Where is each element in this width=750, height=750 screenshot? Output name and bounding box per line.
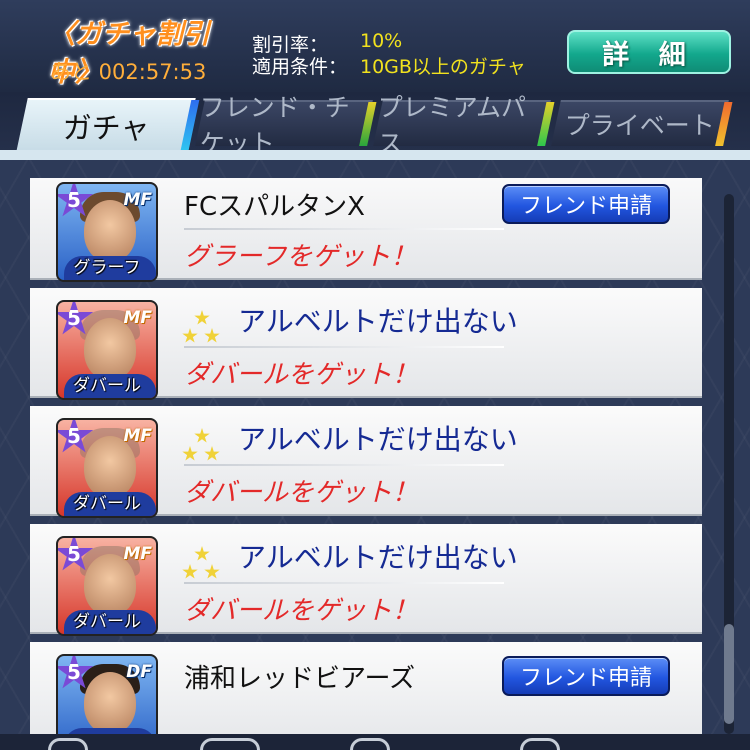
position-label: MF [123,426,152,446]
position-label: DF [126,662,152,682]
detail-button[interactable]: 詳 細 [567,30,731,74]
team-name: アルベルトだけ出ない [238,423,518,456]
divider [184,582,504,584]
tab-friend-ticket[interactable]: フレンド・チケット [195,93,377,158]
position-label: MF [123,190,152,210]
divider [184,346,504,348]
position-label: MF [123,308,152,328]
player-name: ダバール [73,612,141,632]
player-card[interactable]: 5 MF ダバール [56,536,158,636]
player-card[interactable]: 5 MF ダバール [56,418,158,518]
tab-stripe [715,102,733,146]
bottom-nav [0,734,750,750]
player-name: ダバール [73,494,141,514]
team-name: アルベルトだけ出ない [238,541,518,574]
player-name: ダバール [73,376,141,396]
condition-label: 適用条件： [252,56,348,78]
stars-icon [182,310,222,346]
tab-gacha[interactable]: ガチャ [16,98,200,152]
tab-private-label: プライベート [564,111,715,140]
position-label: MF [123,544,152,564]
chat-icon[interactable] [200,738,260,750]
tab-gacha-label: ガチャ [62,111,150,145]
gacha-history-panel: 5 MF グラーフ FCスパルタンX フレンド申請 グラーフをゲット！ 5 MF… [0,160,750,750]
divider [184,228,504,230]
tab-private[interactable]: プライベート [551,100,733,146]
result-text: ダバールをゲット！ [184,596,419,626]
list-item[interactable]: 5 MF グラーフ FCスパルタンX フレンド申請 グラーフをゲット！ [30,178,702,282]
friend-request-button[interactable]: フレンド申請 [502,184,670,224]
friends-icon[interactable] [350,738,390,750]
divider [184,464,504,466]
result-text: ダバールをゲット！ [184,478,419,508]
player-card[interactable]: 5 MF ダバール [56,300,158,400]
team-name: 浦和レッドビアーズ [184,664,416,694]
scrollbar[interactable] [724,194,734,734]
scrollbar-thumb[interactable] [724,624,734,724]
gacha-discount-badge: 〈ガチャ割引中〉 [48,19,210,88]
header-bar: 〈ガチャ割引中〉 あと 002:57:53 割引率： 10% 適用条件： 10G… [0,0,750,92]
stars-icon [182,428,222,464]
discount-rate-value: 10% [360,30,403,52]
list-item[interactable]: 5 MF ダバール アルベルトだけ出ない ダバールをゲット！ [30,288,702,400]
condition-value: 10GB以上のガチャ [360,56,526,78]
player-card[interactable]: 5 MF グラーフ [56,182,158,282]
tab-underline [0,150,750,160]
list-item[interactable]: 5 MF ダバール アルベルトだけ出ない ダバールをゲット！ [30,524,702,636]
stars-icon [182,546,222,582]
gacha-history-list[interactable]: 5 MF グラーフ FCスパルタンX フレンド申請 グラーフをゲット！ 5 MF… [30,178,702,750]
home-icon[interactable] [48,738,88,750]
team-name: FCスパルタンX [184,192,365,222]
team-name: アルベルトだけ出ない [238,305,518,338]
result-text: ダバールをゲット！ [184,360,419,390]
tab-premium-pass[interactable]: プレミアムパス [373,93,555,158]
friend-request-button[interactable]: フレンド申請 [502,656,670,696]
discount-timer: あと 002:57:53 [50,60,207,84]
edit-icon[interactable] [520,738,560,750]
player-name: グラーフ [73,258,141,278]
list-item[interactable]: 5 MF ダバール アルベルトだけ出ない ダバールをゲット！ [30,406,702,518]
result-text: グラーフをゲット！ [184,242,417,272]
